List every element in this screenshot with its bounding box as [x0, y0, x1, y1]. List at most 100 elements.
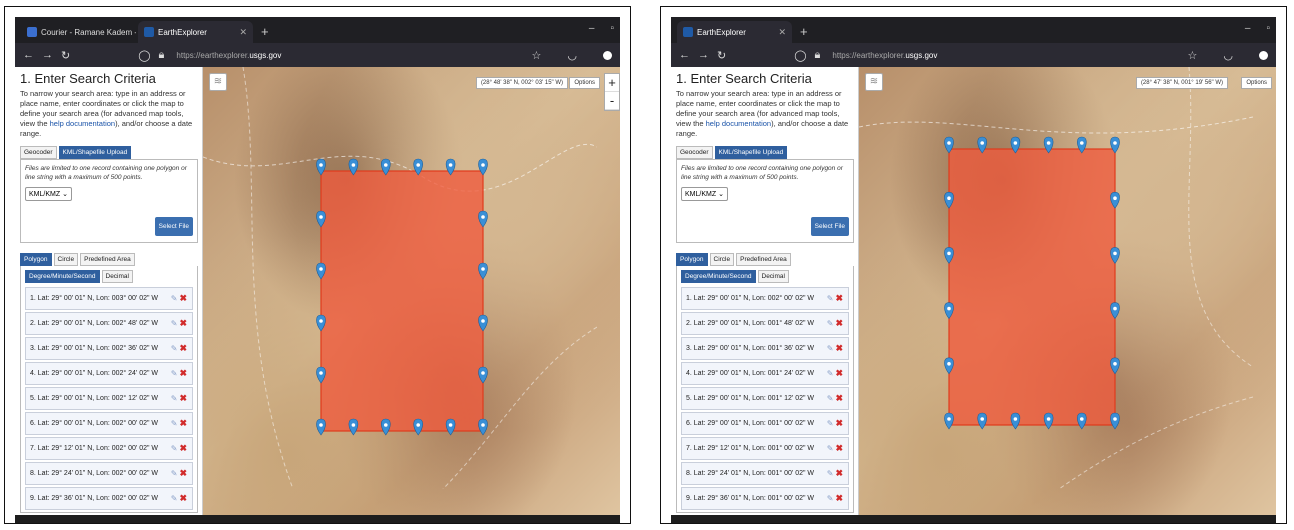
- delete-icon[interactable]: ✖: [179, 343, 187, 354]
- vertex-marker-icon[interactable]: [381, 418, 391, 436]
- tab-geocoder[interactable]: Geocoder: [676, 146, 713, 159]
- edit-icon[interactable]: ✎: [827, 394, 834, 403]
- vertex-marker-icon[interactable]: [1077, 412, 1087, 430]
- tab-kml-upload[interactable]: KML/Shapefile Upload: [58, 146, 132, 159]
- tab-decimal[interactable]: Decimal: [101, 270, 133, 283]
- delete-icon[interactable]: ✖: [835, 468, 843, 479]
- tab-predefined-area[interactable]: Predefined Area: [80, 253, 135, 266]
- maximize-icon[interactable]: ▫: [610, 23, 614, 34]
- tab-dms[interactable]: Degree/Minute/Second: [25, 270, 100, 283]
- delete-icon[interactable]: ✖: [179, 493, 187, 504]
- back-icon[interactable]: ←: [23, 49, 34, 61]
- edit-icon[interactable]: ✎: [171, 319, 178, 328]
- aoi-polygon[interactable]: [948, 148, 1116, 426]
- vertex-marker-icon[interactable]: [944, 412, 954, 430]
- aoi-polygon[interactable]: [320, 170, 484, 432]
- close-icon[interactable]: ✕: [778, 27, 786, 38]
- tab-predefined-area[interactable]: Predefined Area: [736, 253, 791, 266]
- tab-circle[interactable]: Circle: [709, 253, 735, 266]
- edit-icon[interactable]: ✎: [827, 444, 834, 453]
- forward-icon[interactable]: →: [42, 49, 53, 61]
- delete-icon[interactable]: ✖: [835, 293, 843, 304]
- tab-kml-upload[interactable]: KML/Shapefile Upload: [714, 146, 788, 159]
- options-button[interactable]: Options: [569, 77, 600, 89]
- edit-icon[interactable]: ✎: [171, 444, 178, 453]
- aoi-polygon-group[interactable]: [316, 158, 488, 436]
- pocket-icon[interactable]: ◡: [1223, 49, 1233, 62]
- vertex-marker-icon[interactable]: [413, 418, 423, 436]
- tab-polygon[interactable]: Polygon: [20, 253, 52, 266]
- new-tab-icon[interactable]: +: [261, 24, 269, 39]
- edit-icon[interactable]: ✎: [171, 419, 178, 428]
- shield-icon[interactable]: ◯: [138, 49, 150, 62]
- tab-geocoder[interactable]: Geocoder: [20, 146, 57, 159]
- help-link[interactable]: help documentation: [50, 119, 115, 128]
- zoom-out-button[interactable]: -: [605, 92, 619, 110]
- format-select[interactable]: KML/KMZ ⌄: [681, 187, 728, 201]
- options-button[interactable]: Options: [1241, 77, 1272, 89]
- edit-icon[interactable]: ✎: [171, 394, 178, 403]
- select-file-button[interactable]: Select File: [810, 217, 849, 236]
- tab-earthexplorer[interactable]: EarthExplorer ✕: [677, 21, 792, 43]
- reload-icon[interactable]: ↻: [717, 49, 726, 62]
- forward-icon[interactable]: →: [698, 49, 709, 61]
- minimize-icon[interactable]: –: [1245, 23, 1251, 34]
- delete-icon[interactable]: ✖: [835, 443, 843, 454]
- edit-icon[interactable]: ✎: [171, 369, 178, 378]
- vertex-marker-icon[interactable]: [478, 418, 488, 436]
- minimize-icon[interactable]: –: [589, 23, 595, 34]
- select-file-button[interactable]: Select File: [154, 217, 193, 236]
- format-select[interactable]: KML/KMZ ⌄: [25, 187, 72, 201]
- edit-icon[interactable]: ✎: [827, 369, 834, 378]
- vertex-marker-icon[interactable]: [348, 418, 359, 436]
- delete-icon[interactable]: ✖: [179, 318, 187, 329]
- layers-icon[interactable]: ≋: [865, 73, 883, 91]
- aoi-polygon-group[interactable]: [944, 136, 1120, 430]
- edit-icon[interactable]: ✎: [827, 469, 834, 478]
- tab-circle[interactable]: Circle: [53, 253, 79, 266]
- delete-icon[interactable]: ✖: [835, 318, 843, 329]
- pocket-icon[interactable]: ◡: [567, 49, 577, 62]
- zoom-in-button[interactable]: +: [605, 74, 619, 92]
- delete-icon[interactable]: ✖: [179, 468, 187, 479]
- delete-icon[interactable]: ✖: [179, 393, 187, 404]
- bookmark-star-icon[interactable]: ☆: [1188, 49, 1198, 62]
- bookmark-star-icon[interactable]: ☆: [532, 49, 542, 62]
- vertex-marker-icon[interactable]: [977, 412, 987, 430]
- close-icon[interactable]: ✕: [239, 27, 247, 38]
- vertex-marker-icon[interactable]: [445, 418, 456, 436]
- tab-polygon[interactable]: Polygon: [676, 253, 708, 266]
- help-link[interactable]: help documentation: [706, 119, 771, 128]
- back-icon[interactable]: ←: [679, 49, 690, 61]
- delete-icon[interactable]: ✖: [179, 368, 187, 379]
- edit-icon[interactable]: ✎: [171, 494, 178, 503]
- account-icon[interactable]: [603, 50, 612, 60]
- maximize-icon[interactable]: ▫: [1266, 23, 1270, 34]
- account-icon[interactable]: [1259, 50, 1268, 60]
- vertex-marker-icon[interactable]: [1010, 412, 1021, 430]
- edit-icon[interactable]: ✎: [827, 319, 834, 328]
- delete-icon[interactable]: ✖: [835, 393, 843, 404]
- delete-icon[interactable]: ✖: [835, 493, 843, 504]
- layers-icon[interactable]: ≋: [209, 73, 227, 91]
- delete-icon[interactable]: ✖: [835, 368, 843, 379]
- tab-earthexplorer[interactable]: EarthExplorer ✕: [138, 21, 253, 43]
- delete-icon[interactable]: ✖: [835, 418, 843, 429]
- tab-courier[interactable]: Courier - Ramane Kadem - O...✕: [21, 21, 136, 43]
- edit-icon[interactable]: ✎: [171, 344, 178, 353]
- reload-icon[interactable]: ↻: [61, 49, 70, 62]
- vertex-marker-icon[interactable]: [1110, 412, 1120, 430]
- edit-icon[interactable]: ✎: [827, 294, 834, 303]
- url-field[interactable]: https://earthexplorer.usgs.gov: [832, 51, 937, 60]
- map-view[interactable]: ≋ (28° 47' 38" N, 001° 19' 56" W) Option…: [859, 67, 1276, 523]
- vertex-marker-icon[interactable]: [1043, 412, 1054, 430]
- edit-icon[interactable]: ✎: [827, 419, 834, 428]
- vertex-marker-icon[interactable]: [316, 418, 326, 436]
- map-view[interactable]: ≋ (28° 48' 38" N, 002° 03' 15" W) Option…: [203, 67, 620, 523]
- delete-icon[interactable]: ✖: [179, 418, 187, 429]
- shield-icon[interactable]: ◯: [794, 49, 806, 62]
- delete-icon[interactable]: ✖: [179, 443, 187, 454]
- edit-icon[interactable]: ✎: [171, 469, 178, 478]
- delete-icon[interactable]: ✖: [179, 293, 187, 304]
- url-field[interactable]: https://earthexplorer.usgs.gov: [176, 51, 281, 60]
